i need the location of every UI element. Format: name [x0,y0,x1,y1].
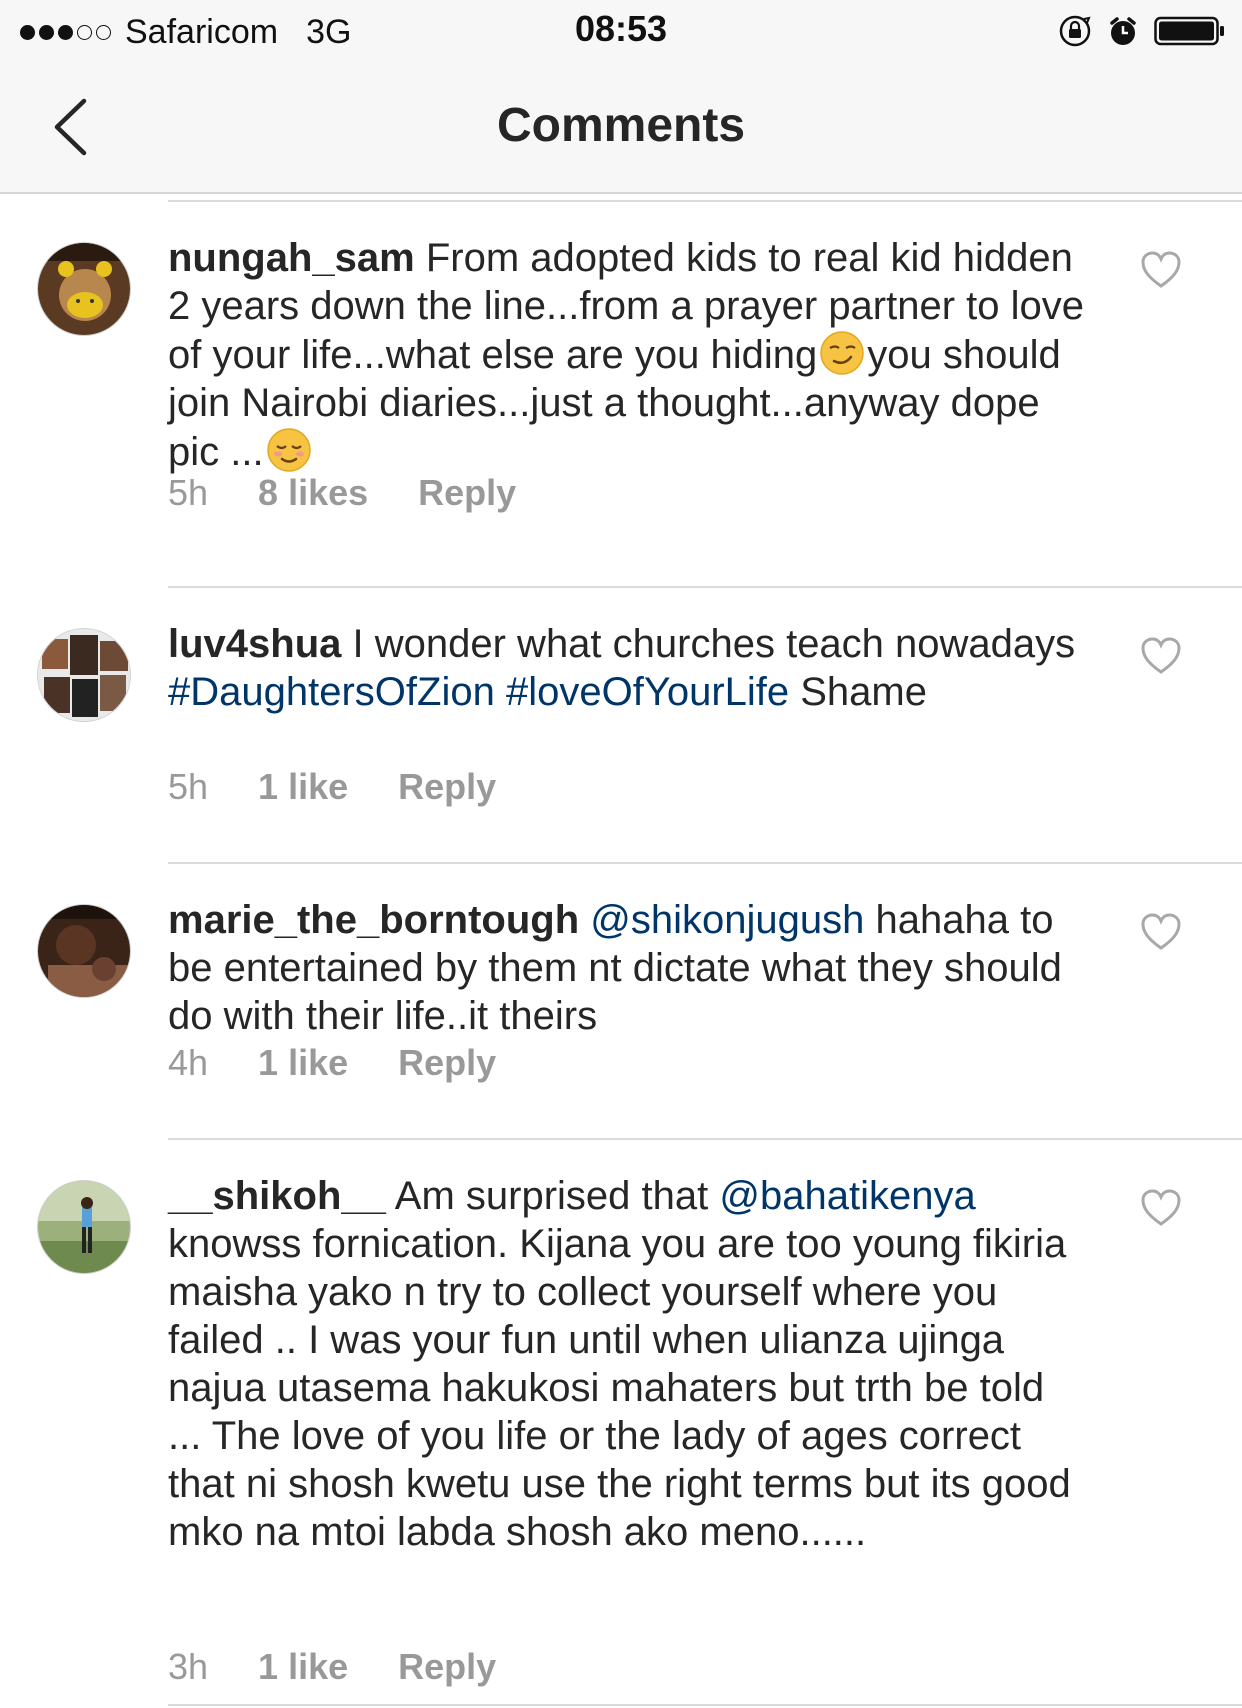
avatar[interactable] [37,628,131,722]
comment-text-segment: knowss fornication. Kijana you are too y… [168,1222,1071,1554]
comment-meta: 5h 8 likes Reply [168,472,516,514]
comment-time: 5h [168,766,209,807]
avatar[interactable] [37,1180,131,1274]
comment-username[interactable]: marie_the_borntough [168,898,579,942]
divider [168,862,1242,864]
avatar[interactable] [37,904,131,998]
status-time: 08:53 [574,8,668,49]
comment-username[interactable]: __shikoh__ [168,1174,386,1218]
status-right [1058,14,1226,48]
comment-time: 3h [168,1646,209,1687]
comment-meta: 3h 1 like Reply [168,1646,496,1688]
comment-meta: 4h 1 like Reply [168,1042,496,1084]
avatar-image [38,243,130,335]
comment-text: marie_the_borntough @shikonjugush hahaha… [168,896,1088,1040]
hashtag-link[interactable]: #DaughtersOfZion [168,670,495,714]
comment-text-segment: Am surprised that [385,1174,720,1218]
divider [168,586,1242,588]
comment-text-segment [579,898,590,942]
comment-likes[interactable]: 1 like [258,1646,348,1688]
reply-button[interactable]: Reply [418,472,516,514]
alarm-icon [1110,17,1136,45]
comment-username[interactable]: nungah_sam [168,236,415,280]
comment-text: __shikoh__ Am surprised that @bahatikeny… [168,1172,1088,1556]
reply-button[interactable]: Reply [398,766,496,808]
reply-button[interactable]: Reply [398,1042,496,1084]
comment-text: nungah_sam From adopted kids to real kid… [168,234,1088,476]
battery-icon [1154,16,1224,46]
nav-bar: Comments [0,62,1242,194]
comment-username[interactable]: luv4shua [168,622,341,666]
avatar-image [38,1181,130,1273]
comment-likes[interactable]: 1 like [258,766,348,808]
comment-likes[interactable]: 8 likes [258,472,368,514]
like-heart-icon[interactable] [1140,250,1182,290]
mention-link[interactable]: @shikonjugush [590,898,864,942]
page-title: Comments [496,99,746,152]
comment-text-segment [495,670,506,714]
divider [168,1138,1242,1140]
mention-link[interactable]: @bahatikenya [719,1174,975,1218]
comment-text-segment: I wonder what churches teach nowadays [341,622,1076,666]
status-bar: Safaricom 3G 08:53 [0,0,1242,62]
avatar-image [38,629,130,721]
smirk-emoji-icon [820,331,865,375]
avatar[interactable] [37,242,131,336]
comment-time: 5h [168,472,209,513]
orientation-lock-icon [1059,15,1091,47]
relieved-emoji-icon [266,428,311,472]
divider [168,200,1242,202]
like-heart-icon[interactable] [1140,636,1182,676]
comment-time: 4h [168,1042,209,1083]
like-heart-icon[interactable] [1140,912,1182,952]
comment-text: luv4shua I wonder what churches teach no… [168,620,1088,716]
comment-likes[interactable]: 1 like [258,1042,348,1084]
reply-button[interactable]: Reply [398,1646,496,1688]
comment-meta: 5h 1 like Reply [168,766,496,808]
like-heart-icon[interactable] [1140,1188,1182,1228]
hashtag-link[interactable]: #loveOfYourLife [506,670,789,714]
avatar-image [38,905,130,997]
divider [168,1704,1242,1706]
comment-text-segment: Shame [789,670,927,714]
